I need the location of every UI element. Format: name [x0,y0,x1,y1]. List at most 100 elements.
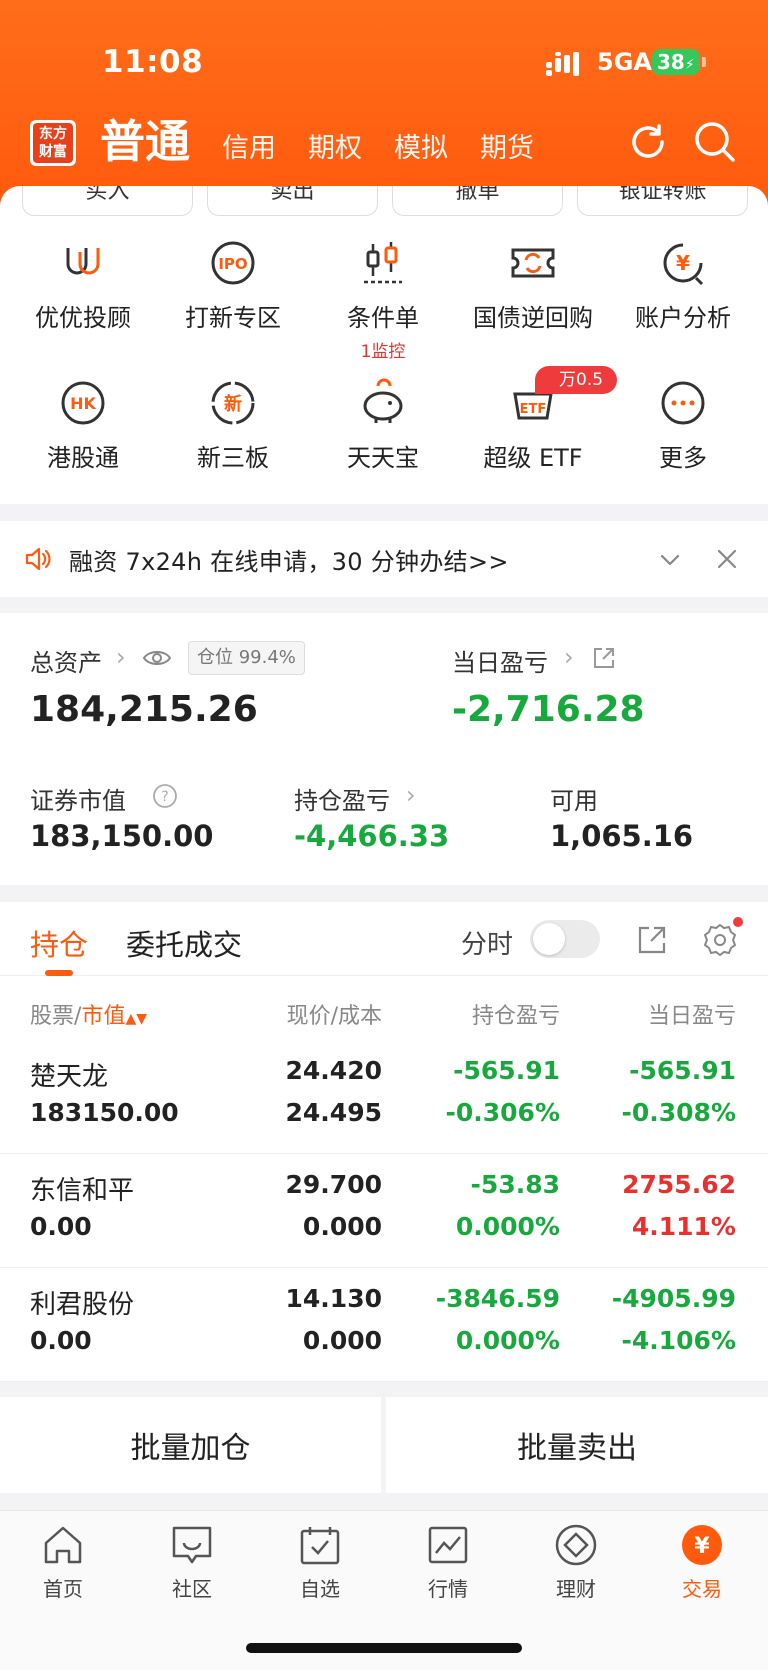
svg-text:HK: HK [70,394,96,413]
col-market-sort[interactable]: 市值 [81,1004,125,1029]
batch-sell-button[interactable]: 批量卖出 [386,1397,768,1493]
home-icon [44,1526,82,1564]
current-price: 29.700 [285,1170,382,1199]
nav-market[interactable]: 行情 [398,1523,498,1602]
bond-repo-icon [511,248,555,278]
nav-trade[interactable]: ¥ 交易 [652,1523,752,1602]
eye-icon[interactable] [142,647,172,669]
close-icon[interactable] [716,548,738,570]
grid-item-condition-order[interactable]: 条件单 1监控 [308,238,458,362]
grid-label: 更多 [659,444,707,472]
svg-text:ETF: ETF [520,402,547,417]
chevron-right-icon[interactable]: › [406,781,416,809]
battery-icon: 38⚡ [652,49,700,75]
toggle-knob [533,923,565,955]
sort-icon[interactable]: ▲▼ [125,1011,147,1027]
grid-item-ipo[interactable]: IPO 打新专区 [158,238,308,333]
sell-button[interactable]: 卖出 [207,186,378,216]
tab-simulation[interactable]: 模拟 [394,126,448,172]
grid-label: 国债逆回购 [473,304,593,332]
current-price: 24.420 [285,1056,382,1085]
tab-normal[interactable]: 普通 [100,112,190,172]
grid-item-hk-connect[interactable]: HK 港股通 [8,378,158,473]
daily-pnl-pct: 4.111% [631,1212,736,1241]
grid-item-neeq[interactable]: 新 新三板 [158,378,308,473]
refresh-icon[interactable] [626,120,670,164]
svg-text:新: 新 [224,393,242,415]
svg-text:?: ? [161,789,168,805]
table-row[interactable]: 利君股份 0.00 14.130 0.000 -3846.59 0.000% -… [0,1268,768,1382]
stock-market-value: 183150.00 [30,1098,179,1127]
bank-transfer-button[interactable]: 银证转账 [577,186,748,216]
network-type: 5GA [597,48,652,76]
nav-label: 交易 [682,1577,722,1601]
etf-fee-badge: 万0.5 [535,366,618,394]
hk-connect-icon: HK [61,381,105,425]
chevron-right-icon[interactable]: › [564,643,574,671]
notice-bar[interactable]: 融资 7x24h 在线申请，30 分钟办结>> [0,521,768,597]
battery-cap [702,57,706,67]
notice-text[interactable]: 融资 7x24h 在线申请，30 分钟办结>> [69,542,509,577]
col-header-pnl[interactable]: 持仓盈亏 [472,998,560,1030]
tab-indicator [45,970,73,976]
grid-label: 新三板 [197,444,269,472]
help-icon[interactable]: ? [152,783,178,809]
tab-options[interactable]: 期权 [308,126,362,172]
stock-name: 东信和平 [30,1176,135,1206]
daily-pnl: -4905.99 [611,1284,736,1313]
col-header-stock[interactable]: 股票/市值▲▼ [30,998,147,1030]
grid-item-tiantianbao[interactable]: 天天宝 [308,378,458,473]
grid-item-account-analysis[interactable]: ¥ 账户分析 [608,238,758,333]
asset-summary: 总资产 › 仓位 99.4% 184,215.26 当日盈亏 › -2,716.… [0,613,768,885]
grid-item-bond-repo[interactable]: 国债逆回购 [458,238,608,333]
export-icon[interactable] [636,924,668,956]
holding-pnl-label[interactable]: 持仓盈亏 [294,781,390,816]
nav-label: 首页 [43,1577,83,1601]
nav-community[interactable]: 社区 [142,1523,242,1602]
total-assets-label[interactable]: 总资产 [30,643,102,678]
holding-pnl-pct: 0.000% [455,1326,560,1355]
svg-text:¥: ¥ [694,1534,710,1559]
community-icon [172,1526,212,1564]
tab-futures[interactable]: 期货 [480,126,534,172]
table-row[interactable]: 东信和平 0.00 29.700 0.000 -53.83 0.000% 275… [0,1154,768,1268]
nav-watchlist[interactable]: 自选 [270,1523,370,1602]
buy-button[interactable]: 买入 [22,186,193,216]
cost-price: 24.495 [285,1098,382,1127]
trade-action-row: 买入 卖出 撤单 银证转账 [22,186,748,216]
grid-item-more[interactable]: 更多 [608,378,758,473]
share-icon[interactable] [592,646,616,670]
table-row[interactable]: 楚天龙 183150.00 24.420 24.495 -565.91 -0.3… [0,1040,768,1154]
tab-positions[interactable]: 持仓 [30,922,88,964]
status-bar: 11:08 5GA 38⚡ [0,40,768,85]
nav-label: 理财 [556,1577,596,1601]
tab-credit[interactable]: 信用 [222,126,276,172]
condition-monitor-count: 1监控 [360,342,406,362]
home-indicator[interactable] [246,1643,522,1653]
cancel-order-button[interactable]: 撤单 [392,186,563,216]
holding-pnl: -53.83 [470,1170,560,1199]
nav-wealth[interactable]: 理财 [526,1523,626,1602]
holding-pnl: -3846.59 [435,1284,560,1313]
daily-pnl-label[interactable]: 当日盈亏 [452,643,548,678]
current-price: 14.130 [285,1284,382,1313]
cellular-signal-icon [546,52,579,76]
more-icon [661,381,705,425]
chevron-right-icon[interactable]: › [116,643,126,671]
nav-home[interactable]: 首页 [13,1523,113,1602]
grid-item-uu-advisor[interactable]: 优优投顾 [8,238,158,333]
daily-pnl: -565.91 [629,1056,736,1085]
app-header: 11:08 5GA 38⚡ 东方 财富 普通 信用 期权 模拟 期货 [0,0,768,205]
holding-pnl-pct: 0.000% [455,1212,560,1241]
nav-label: 行情 [428,1577,468,1601]
settings-icon[interactable] [702,922,738,958]
chevron-down-icon[interactable] [658,548,682,572]
col-header-price[interactable]: 现价/成本 [287,998,382,1030]
col-header-daily[interactable]: 当日盈亏 [648,998,736,1030]
intraday-toggle[interactable] [530,920,600,958]
batch-add-button[interactable]: 批量加仓 [0,1397,381,1493]
available-label: 可用 [550,787,598,815]
neeq-icon: 新 [211,381,255,425]
tab-orders[interactable]: 委托成交 [126,922,242,964]
search-icon[interactable] [693,120,737,164]
